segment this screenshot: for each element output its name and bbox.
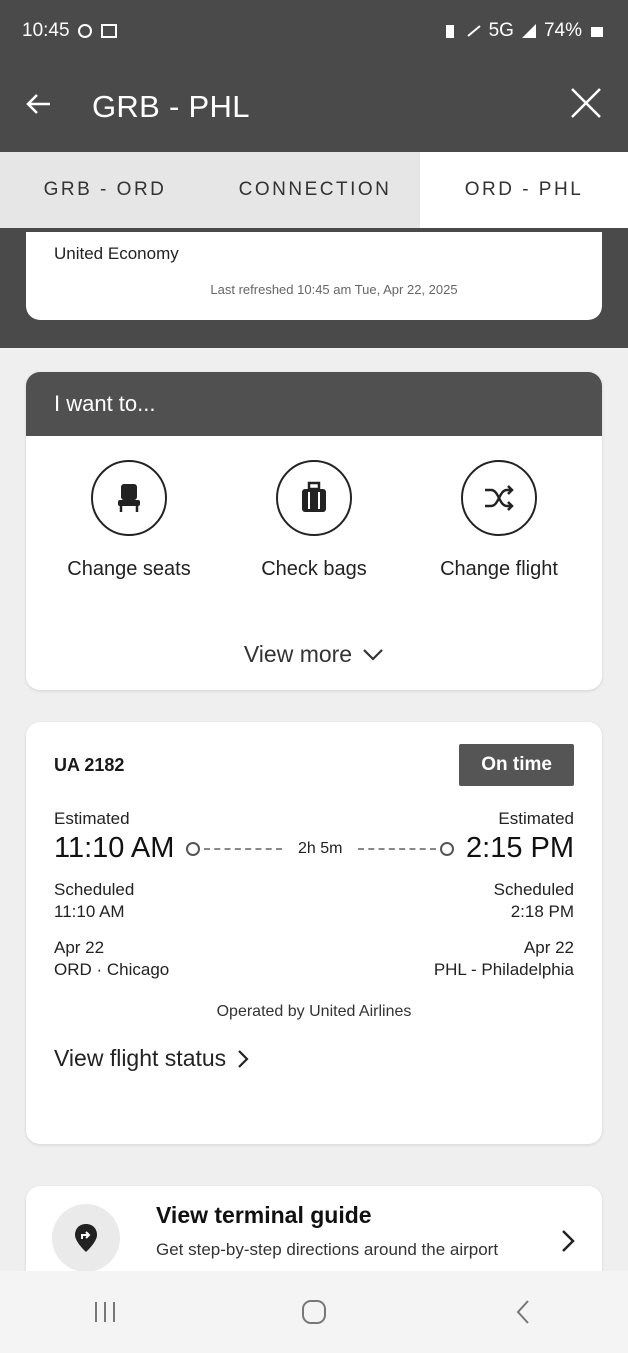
arrive-date: Apr 22 [523, 938, 574, 957]
depart-scheduled-label: Scheduled [54, 880, 135, 899]
depart-scheduled: Scheduled 11:10 AM [54, 879, 134, 923]
page-title: GRB - PHL [92, 89, 250, 124]
mute-icon [466, 25, 481, 37]
app-bar: GRB - PHL [0, 62, 628, 152]
battery-saver-icon [445, 25, 454, 38]
battery-icon [591, 27, 603, 37]
status-bar-left: 10:45 [22, 20, 118, 42]
scheduled-row: Scheduled 11:10 AM Scheduled 2:18 PM [54, 879, 574, 923]
last-refreshed: Last refreshed 10:45 am Tue, Apr 22, 202… [210, 282, 458, 297]
flight-header-row: UA 2182 On time [54, 744, 574, 786]
close-icon [571, 88, 601, 118]
clock: 10:45 [22, 20, 70, 41]
view-flight-status-label: View flight status [54, 1045, 227, 1071]
back-button[interactable] [24, 89, 76, 125]
directions-pin-icon [52, 1204, 120, 1272]
chevron-right-icon [238, 1049, 249, 1068]
back-nav-button[interactable] [493, 1292, 553, 1332]
change-seats-label: Change seats [67, 558, 191, 580]
recents-icon [94, 1302, 115, 1322]
arrive-scheduled-label: Scheduled [493, 880, 574, 899]
back-chevron-icon [516, 1300, 530, 1324]
i-want-to-heading: I want to... [26, 372, 602, 436]
close-button[interactable] [568, 85, 604, 129]
status-bar-right: 5G 74% [441, 20, 606, 42]
arrive-info: Apr 22 PHL - Philadelphia [434, 937, 574, 981]
image-icon [100, 24, 117, 38]
status-bar: 10:45 5G 74% [0, 0, 628, 62]
flight-card: UA 2182 On time Estimated Estimated 11:1… [26, 722, 602, 1144]
home-button[interactable] [284, 1292, 344, 1332]
sync-icon [77, 24, 92, 38]
arrive-estimated-time: 2:15 PM [466, 832, 575, 864]
depart-info: Apr 22 ORD · Chicago [54, 937, 169, 981]
chevron-down-icon [363, 648, 383, 661]
depart-estimated-label: Estimated [54, 809, 130, 828]
chevron-right-icon [560, 1228, 576, 1262]
cabin-class: United Economy [54, 244, 179, 263]
segment-tabs: GRB - ORD CONNECTION ORD - PHL [0, 152, 628, 228]
home-icon [301, 1300, 326, 1324]
check-bags-button[interactable]: Check bags [239, 460, 389, 581]
booking-info-card: United Economy Last refreshed 10:45 am T… [26, 232, 602, 320]
change-flight-button[interactable]: Change flight [424, 460, 574, 581]
estimated-label-row: Estimated Estimated [54, 808, 574, 830]
signal-icon [521, 24, 536, 38]
tab-grb-ord[interactable]: GRB - ORD [0, 152, 210, 228]
status-badge: On time [459, 744, 574, 786]
arrive-scheduled-time: 2:18 PM [510, 902, 574, 921]
network-label: 5G [488, 20, 514, 41]
depart-estimated-time: 11:10 AM [54, 832, 175, 864]
view-more-label: View more [243, 641, 353, 667]
timeline-dash-left [204, 847, 282, 850]
flight-duration: 2h 5m [297, 839, 343, 857]
depart-scheduled-time: 11:10 AM [54, 902, 125, 921]
quick-actions: Change seats Check bags Change flight [26, 436, 602, 581]
depart-date: Apr 22 [54, 938, 105, 957]
arrive-estimated-label: Estimated [498, 809, 574, 828]
change-seats-button[interactable]: Change seats [54, 460, 204, 581]
terminal-guide-title: View terminal guide [156, 1202, 372, 1228]
terminal-guide-text: View terminal guide Get step-by-step dir… [120, 1202, 560, 1261]
bag-icon [276, 460, 352, 536]
flight-timeline: 11:10 AM 2h 5m 2:15 PM [54, 832, 574, 865]
check-bags-label: Check bags [261, 558, 367, 580]
view-more-button[interactable]: View more [26, 641, 602, 668]
arrive-scheduled: Scheduled 2:18 PM [494, 879, 574, 923]
airport-row: Apr 22 ORD · Chicago Apr 22 PHL - Philad… [54, 937, 574, 981]
arrow-left-icon [26, 94, 50, 114]
depart-airport: ORD · Chicago [54, 960, 170, 979]
recent-apps-button[interactable] [75, 1292, 135, 1332]
flight-number: UA 2182 [54, 754, 125, 775]
terminal-guide-subtitle: Get step-by-step directions around the a… [156, 1240, 499, 1259]
arrive-airport: PHL - Philadelphia [433, 960, 574, 979]
battery-percent: 74% [543, 20, 582, 41]
depart-dot [186, 841, 201, 856]
tab-connection[interactable]: CONNECTION [210, 152, 420, 228]
seat-icon [91, 460, 167, 536]
arrive-dot [440, 841, 455, 856]
shuffle-icon [461, 460, 537, 536]
tab-ord-phl[interactable]: ORD - PHL [420, 152, 628, 228]
system-nav-bar [0, 1271, 628, 1353]
operated-by: Operated by United Airlines [216, 1003, 412, 1020]
view-flight-status-link[interactable]: View flight status [54, 1045, 574, 1072]
change-flight-label: Change flight [440, 558, 558, 580]
timeline-dash-right [358, 847, 437, 850]
i-want-to-card: I want to... Change seats Check bags Cha… [26, 372, 602, 690]
